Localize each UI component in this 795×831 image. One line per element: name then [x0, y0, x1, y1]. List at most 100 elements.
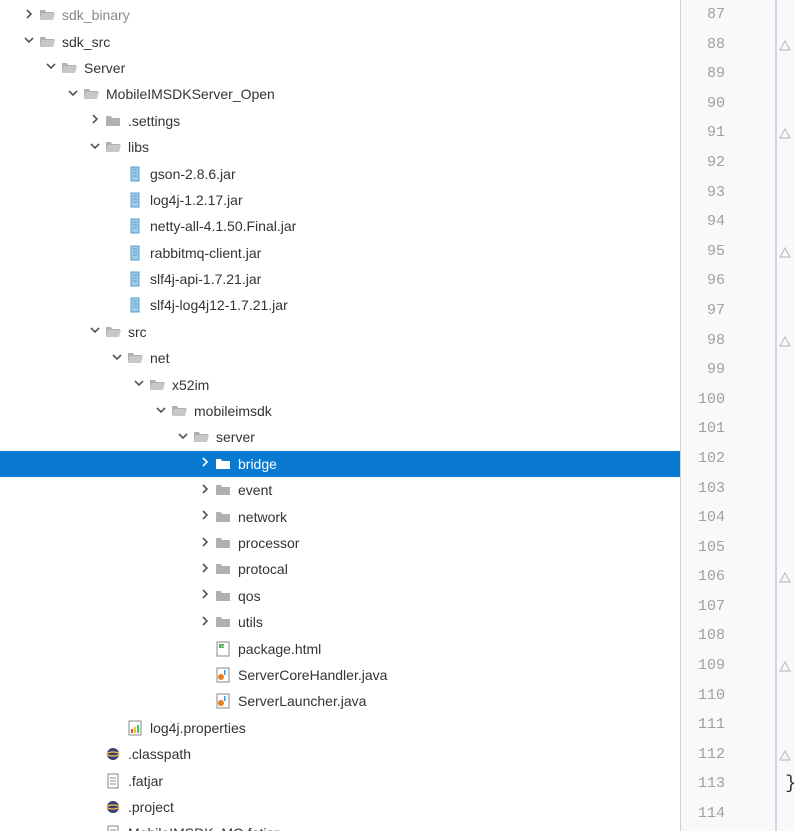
- chevron-down-icon[interactable]: [174, 431, 192, 444]
- line-number: 101: [681, 414, 725, 444]
- tree-item-src[interactable]: src: [0, 319, 680, 345]
- tree-item-mobileimsdkserver-open[interactable]: MobileIMSDKServer_Open: [0, 81, 680, 107]
- line-number: 98: [681, 326, 725, 356]
- chevron-down-icon[interactable]: [64, 88, 82, 101]
- tree-item-sdk-src[interactable]: sdk_src: [0, 28, 680, 54]
- tree-item-label: sdk_binary: [62, 7, 130, 23]
- chevron-right-icon[interactable]: [196, 510, 214, 523]
- chevron-down-icon[interactable]: [20, 35, 38, 48]
- fold-marker-icon[interactable]: [779, 659, 791, 671]
- tree-item-bridge[interactable]: bridge: [0, 451, 680, 477]
- chevron-right-icon[interactable]: [196, 537, 214, 550]
- folder-open-icon: [38, 6, 56, 24]
- tree-item-label: qos: [238, 588, 261, 604]
- folder-open-icon: [38, 33, 56, 51]
- tree-item-utils[interactable]: utils: [0, 609, 680, 635]
- tree-item-network[interactable]: network: [0, 503, 680, 529]
- editor-gutter: 8788899091929394959697989910010110210310…: [680, 0, 795, 831]
- chevron-down-icon[interactable]: [152, 405, 170, 418]
- line-number: 105: [681, 533, 725, 563]
- project-tree[interactable]: sdk_binary sdk_srcServerMobileIMSDKServer…: [0, 0, 680, 831]
- chevron-down-icon[interactable]: [86, 141, 104, 154]
- tree-item-server[interactable]: server: [0, 424, 680, 450]
- fold-marker-icon[interactable]: [779, 334, 791, 346]
- tree-item-log4j-1-2-17-jar[interactable]: log4j-1.2.17.jar: [0, 187, 680, 213]
- chevron-right-icon[interactable]: [196, 484, 214, 497]
- tree-item-label: net: [150, 350, 169, 366]
- folder-icon: [214, 508, 232, 526]
- chevron-right-icon[interactable]: [86, 114, 104, 127]
- folder-icon: [214, 481, 232, 499]
- fold-marker-icon[interactable]: [779, 245, 791, 257]
- line-number: 106: [681, 562, 725, 592]
- folder-open-icon: [60, 59, 78, 77]
- chevron-right-icon[interactable]: [196, 616, 214, 629]
- tree-item-label: netty-all-4.1.50.Final.jar: [150, 218, 296, 234]
- tree-item-package-html[interactable]: Hpackage.html: [0, 635, 680, 661]
- line-number: 110: [681, 681, 725, 711]
- line-number: 89: [681, 59, 725, 89]
- textfile-icon: [104, 824, 122, 831]
- folder-icon: [214, 613, 232, 631]
- tree-item-label: libs: [128, 139, 149, 155]
- props-icon: [126, 719, 144, 737]
- tree-item-qos[interactable]: qos: [0, 583, 680, 609]
- tree-item-net[interactable]: net: [0, 345, 680, 371]
- tree-item-libs[interactable]: libs: [0, 134, 680, 160]
- tree-item-sdk-binary[interactable]: sdk_binary: [0, 2, 680, 28]
- java-icon: [214, 666, 232, 684]
- tree-item-log4j-properties[interactable]: log4j.properties: [0, 715, 680, 741]
- line-number: 104: [681, 503, 725, 533]
- tree-item-server[interactable]: Server: [0, 55, 680, 81]
- tree-item-slf4j-api-1-7-21-jar[interactable]: slf4j-api-1.7.21.jar: [0, 266, 680, 292]
- tree-item-label: rabbitmq-client.jar: [150, 245, 261, 261]
- tree-item-label: log4j.properties: [150, 720, 246, 736]
- line-number: 92: [681, 148, 725, 178]
- tree-item--settings[interactable]: .settings: [0, 108, 680, 134]
- tree-item-label: .settings: [128, 113, 180, 129]
- tree-item--project[interactable]: .project: [0, 794, 680, 820]
- line-number: 102: [681, 444, 725, 474]
- tree-item-processor[interactable]: processor: [0, 530, 680, 556]
- line-number: 109: [681, 651, 725, 681]
- tree-item--classpath[interactable]: .classpath: [0, 741, 680, 767]
- tree-item-protocal[interactable]: protocal: [0, 556, 680, 582]
- tree-item--fatjar[interactable]: .fatjar: [0, 767, 680, 793]
- tree-item-label: processor: [238, 535, 299, 551]
- fold-marker-icon[interactable]: [779, 38, 791, 50]
- folder-open-icon: [82, 85, 100, 103]
- line-number: 107: [681, 592, 725, 622]
- chevron-right-icon[interactable]: [20, 9, 38, 22]
- tree-item-event[interactable]: event: [0, 477, 680, 503]
- chevron-right-icon[interactable]: [196, 589, 214, 602]
- chevron-right-icon[interactable]: [196, 563, 214, 576]
- tree-item-servercorehandler-java[interactable]: ServerCoreHandler.java: [0, 662, 680, 688]
- tree-item-netty-all-4-1-50-final-jar[interactable]: netty-all-4.1.50.Final.jar: [0, 213, 680, 239]
- chevron-down-icon[interactable]: [86, 325, 104, 338]
- line-number: 94: [681, 207, 725, 237]
- chevron-down-icon[interactable]: [130, 378, 148, 391]
- tree-item-slf4j-log4j12-1-7-21-jar[interactable]: slf4j-log4j12-1.7.21.jar: [0, 292, 680, 318]
- fold-marker-icon[interactable]: [779, 748, 791, 760]
- tree-item-mobileimsdk[interactable]: mobileimsdk: [0, 398, 680, 424]
- line-number: 108: [681, 621, 725, 651]
- chevron-down-icon[interactable]: [108, 352, 126, 365]
- folder-icon: [214, 534, 232, 552]
- tree-item-rabbitmq-client-jar[interactable]: rabbitmq-client.jar: [0, 240, 680, 266]
- folder-open-icon: [126, 349, 144, 367]
- tree-item-label: bridge: [238, 456, 277, 472]
- line-number: 90: [681, 89, 725, 119]
- chevron-right-icon[interactable]: [196, 457, 214, 470]
- fold-marker-icon[interactable]: [779, 126, 791, 138]
- folder-open-icon: [148, 376, 166, 394]
- tree-item-x52im[interactable]: x52im: [0, 371, 680, 397]
- chevron-down-icon[interactable]: [42, 61, 60, 74]
- tree-item-serverlauncher-java[interactable]: ServerLauncher.java: [0, 688, 680, 714]
- jar-icon: [126, 244, 144, 262]
- line-number: 88: [681, 30, 725, 60]
- tree-item-mobileimsdk-mq-fatjar[interactable]: MobileIMSDK_MQ.fatjar: [0, 820, 680, 831]
- tree-item-gson-2-8-6-jar[interactable]: gson-2.8.6.jar: [0, 160, 680, 186]
- fold-marker-icon[interactable]: [779, 570, 791, 582]
- line-number: 114: [681, 799, 725, 829]
- line-number: 113: [681, 769, 725, 799]
